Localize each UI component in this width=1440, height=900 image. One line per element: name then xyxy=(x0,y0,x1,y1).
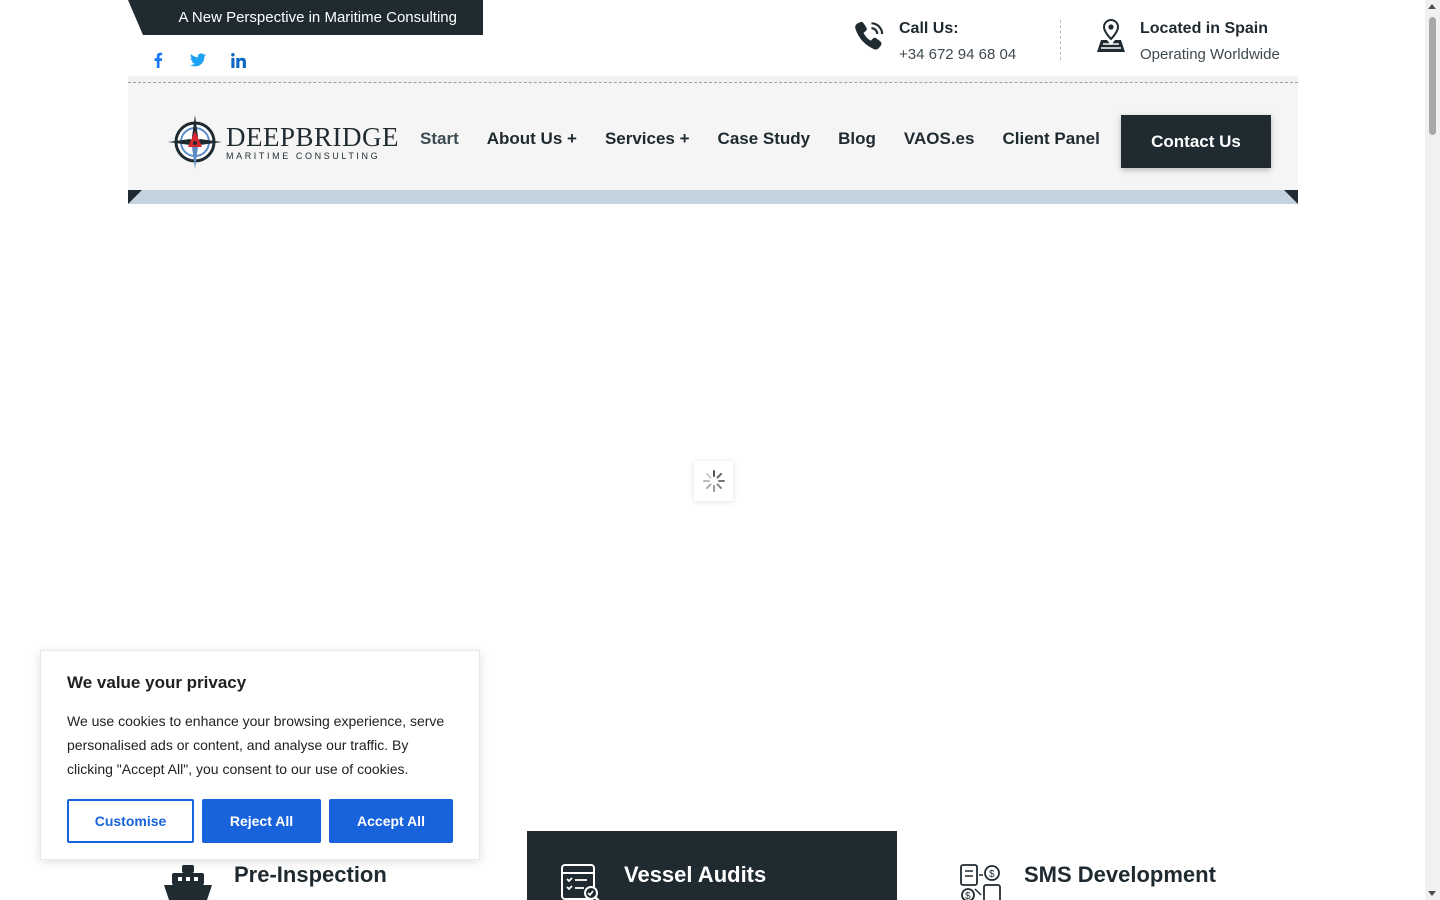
tagline-banner: A New Perspective in Maritime Consulting xyxy=(128,0,483,35)
svg-text:$: $ xyxy=(989,869,995,880)
service-title: Vessel Audits xyxy=(624,862,767,887)
call-info: Call Us: +34 672 94 68 04 xyxy=(852,18,1016,66)
nav-blog[interactable]: Blog xyxy=(838,129,876,149)
audit-checklist-icon xyxy=(561,864,600,900)
social-links xyxy=(148,48,248,72)
twitter-icon xyxy=(190,53,206,67)
map-pin-icon xyxy=(1097,18,1125,52)
nav-vaos[interactable]: VAOS.es xyxy=(904,129,975,149)
location-info: Located in Spain Operating Worldwide xyxy=(1094,18,1280,66)
document-finance-icon: $ $ xyxy=(960,864,1001,900)
cookie-title: We value your privacy xyxy=(67,673,247,692)
service-card-sms-development[interactable]: $ $ SMS Development xyxy=(958,831,1278,900)
tagline-text: A New Perspective in Maritime Consulting xyxy=(178,9,457,26)
cookie-message: We use cookies to enhance your browsing … xyxy=(67,713,445,777)
compass-logo-icon xyxy=(168,115,222,169)
cookie-customise-button[interactable]: Customise xyxy=(67,799,194,843)
nav-about-us[interactable]: About Us + xyxy=(487,129,577,149)
contact-divider xyxy=(1060,20,1061,60)
svg-text:$: $ xyxy=(965,891,971,900)
nav-case-study[interactable]: Case Study xyxy=(718,129,811,149)
facebook-icon xyxy=(154,52,163,68)
scroll-down-arrow-icon[interactable] xyxy=(1428,891,1436,896)
logo-subtitle: MARITIME CONSULTING xyxy=(226,150,381,161)
location-label: Located in Spain xyxy=(1140,20,1269,37)
cookie-actions: Customise Reject All Accept All xyxy=(67,799,453,843)
cookie-reject-all-button[interactable]: Reject All xyxy=(202,799,321,843)
nav-client-panel[interactable]: Client Panel xyxy=(1002,129,1099,149)
nav-services[interactable]: Services + xyxy=(605,129,690,149)
strip-corner-left xyxy=(128,190,142,204)
scrollbar-thumb[interactable] xyxy=(1429,17,1436,135)
cookie-accept-all-button[interactable]: Accept All xyxy=(329,799,453,843)
facebook-link[interactable] xyxy=(148,48,168,72)
scroll-up-arrow-icon[interactable] xyxy=(1428,4,1436,9)
site-logo[interactable]: DEEPBRIDGE MARITIME CONSULTING xyxy=(166,113,399,171)
linkedin-link[interactable] xyxy=(228,48,248,72)
service-card-vessel-audits[interactable]: Vessel Audits xyxy=(527,831,897,900)
spinner-icon xyxy=(702,470,725,492)
loading-spinner xyxy=(694,461,733,501)
phone-icon xyxy=(855,21,884,50)
cookie-consent-banner: We value your privacy We use cookies to … xyxy=(40,650,480,860)
location-value: Operating Worldwide xyxy=(1140,46,1280,63)
page-scrollbar[interactable] xyxy=(1425,0,1440,900)
ship-icon xyxy=(164,865,212,900)
phone-number[interactable]: +34 672 94 68 04 xyxy=(899,44,1016,66)
strip-corner-right xyxy=(1284,190,1298,204)
header-accent-strip xyxy=(128,190,1298,204)
call-label: Call Us: xyxy=(899,20,959,37)
site-header: DEEPBRIDGE MARITIME CONSULTING Start Abo… xyxy=(128,76,1298,191)
logo-brand: DEEPBRIDGE xyxy=(226,121,399,152)
nav-start[interactable]: Start xyxy=(420,129,459,149)
main-nav: Start About Us + Services + Case Study B… xyxy=(420,129,1100,149)
service-title: SMS Development xyxy=(1024,862,1216,887)
contact-us-button[interactable]: Contact Us xyxy=(1121,115,1271,168)
service-title: Pre-Inspection xyxy=(234,862,387,887)
twitter-link[interactable] xyxy=(188,48,208,72)
linkedin-icon xyxy=(230,52,246,68)
